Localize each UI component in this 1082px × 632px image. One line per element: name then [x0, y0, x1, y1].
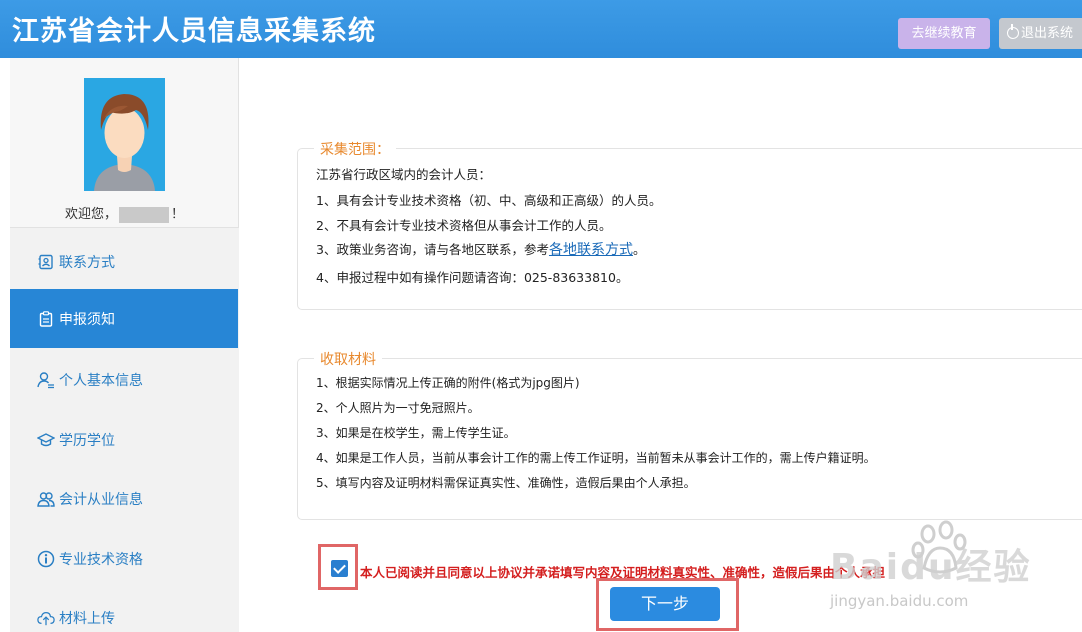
users-icon: [37, 490, 55, 508]
sidebar-item-education[interactable]: 学历学位: [10, 410, 238, 469]
power-icon: [1007, 24, 1019, 39]
sidebar-item-label: 申报须知: [59, 311, 115, 328]
watermark-brand: Baidu经验: [830, 547, 1032, 588]
continuing-education-button[interactable]: 去继续教育: [898, 18, 990, 49]
material-item: 4、如果是工作人员，当前从事会计工作的需上传工作证明，当前暂未从事会计工作的，需…: [316, 451, 876, 465]
sidebar-item-material-upload[interactable]: 材料上传: [10, 588, 238, 632]
avatar: [84, 78, 165, 191]
greeting-suffix: ！: [171, 207, 185, 222]
avatar-illustration: [84, 78, 165, 191]
greeting-prefix: 欢迎您，: [64, 207, 117, 222]
info-circle-icon: [37, 550, 55, 568]
app-header: 江苏省会计人员信息采集系统 去继续教育 退出系统: [0, 0, 1082, 58]
graduation-cap-icon: [37, 431, 55, 449]
redacted-username: [119, 206, 169, 223]
cloud-upload-icon: [37, 609, 55, 627]
sidebar: 欢迎您， ！ 联系方式 申报须知 个人基本信息 学历学位 会计从业信息 专业技术资…: [10, 58, 239, 632]
sidebar-item-label: 材料上传: [59, 610, 115, 627]
sidebar-item-accounting-work[interactable]: 会计从业信息: [10, 469, 238, 528]
sidebar-item-label: 个人基本信息: [59, 372, 143, 389]
required-materials-title: 收取材料: [314, 349, 382, 369]
user-info-icon: [37, 371, 55, 389]
sidebar-item-label: 会计从业信息: [59, 491, 143, 508]
sidebar-item-professional-qualification[interactable]: 专业技术资格: [10, 529, 238, 588]
scope-intro: 江苏省行政区域内的会计人员：: [316, 167, 492, 182]
logout-button[interactable]: 退出系统: [999, 18, 1082, 49]
sidebar-item-label: 联系方式: [59, 254, 115, 271]
material-item: 1、根据实际情况上传正确的附件(格式为jpg图片): [316, 376, 580, 390]
sidebar-item-application-notice[interactable]: 申报须知: [10, 289, 238, 348]
logout-label: 退出系统: [1021, 26, 1074, 41]
sidebar-item-personal-info[interactable]: 个人基本信息: [10, 350, 238, 409]
collection-scope-panel: 采集范围： 江苏省行政区域内的会计人员： 1、具有会计专业技术资格（初、中、高级…: [297, 139, 1082, 310]
collection-scope-title: 采集范围：: [314, 139, 396, 159]
app-title: 江苏省会计人员信息采集系统: [12, 16, 376, 47]
sidebar-item-label: 专业技术资格: [59, 551, 143, 568]
regional-contacts-link[interactable]: 各地联系方式: [549, 242, 633, 258]
sidebar-item-contact[interactable]: 联系方式: [10, 232, 238, 291]
scope-item: 1、具有会计专业技术资格（初、中、高级和正高级）的人员。: [316, 193, 662, 208]
sidebar-item-label: 学历学位: [59, 432, 115, 449]
welcome-message: 欢迎您， ！: [10, 203, 239, 223]
watermark-url: jingyan.baidu.com: [830, 592, 969, 610]
scope-item-text: 。: [632, 242, 646, 257]
material-item: 5、填写内容及证明材料需保证真实性、准确性，造假后果由个人承担。: [316, 476, 696, 490]
baidu-watermark: Baidu经验 jingyan.baidu.com: [830, 520, 1070, 630]
profile-card: 欢迎您， ！: [10, 58, 239, 228]
material-item: 3、如果是在校学生，需上传学生证。: [316, 426, 516, 440]
scope-item: 3、政策业务咨询，请与各地区联系，参考各地联系方式。: [316, 239, 645, 259]
agreement-checkbox[interactable]: [331, 560, 348, 577]
contact-card-icon: [37, 253, 55, 271]
material-item: 2、个人照片为一寸免冠照片。: [316, 401, 480, 415]
next-step-button[interactable]: 下一步: [610, 587, 720, 621]
scope-item: 4、申报过程中如有操作问题请咨询：025-83633810。: [316, 270, 629, 285]
clipboard-icon: [37, 310, 55, 328]
scope-item-text: 3、政策业务咨询，请与各地区联系，参考: [316, 242, 549, 257]
scope-item: 2、不具有会计专业技术资格但从事会计工作的人员。: [316, 218, 612, 233]
required-materials-panel: 收取材料 1、根据实际情况上传正确的附件(格式为jpg图片) 2、个人照片为一寸…: [297, 349, 1082, 520]
